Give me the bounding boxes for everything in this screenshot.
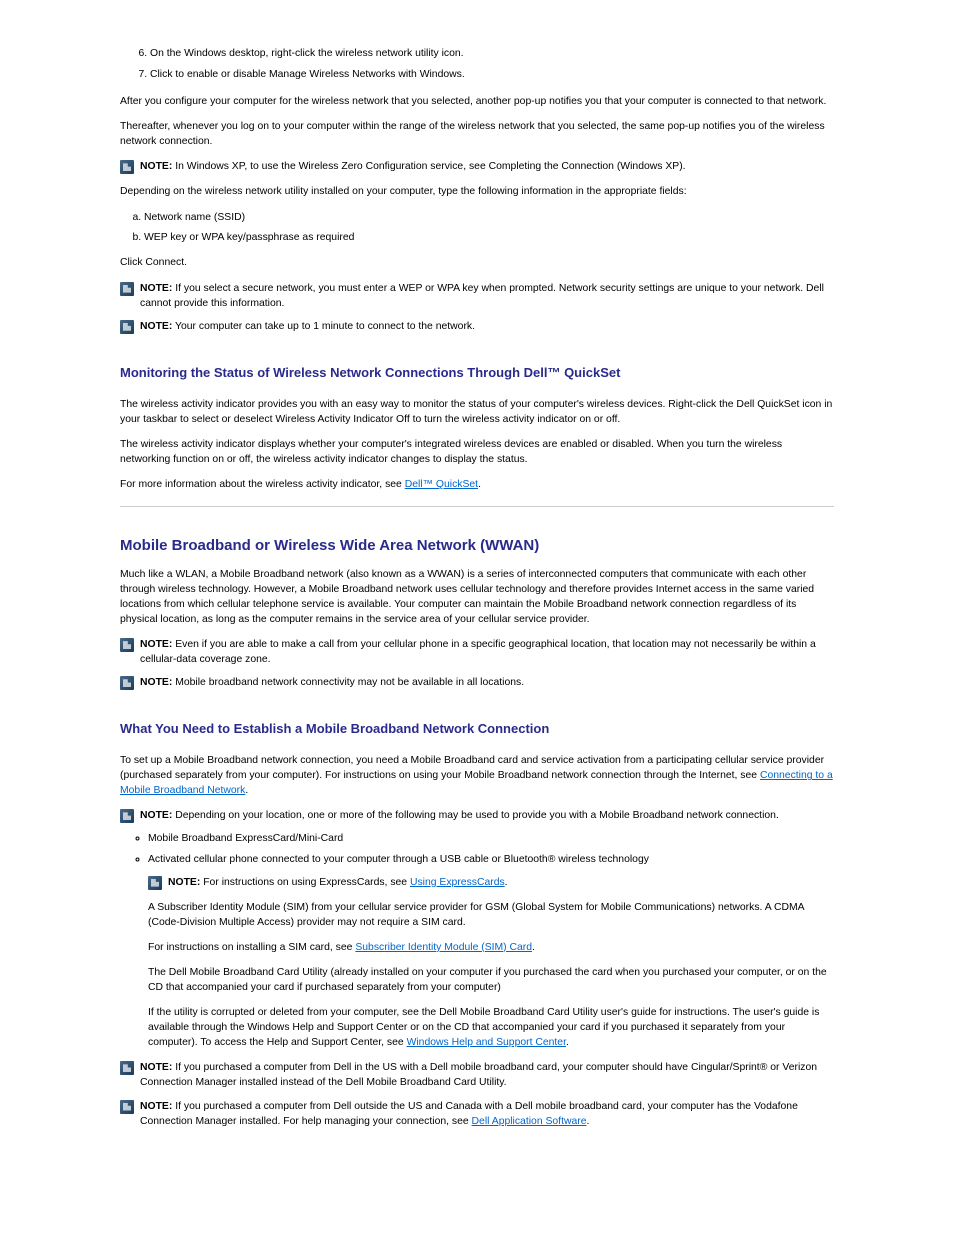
text: .: [586, 1116, 589, 1127]
note-label: NOTE:: [140, 283, 172, 294]
note-label: NOTE:: [168, 877, 200, 888]
intro-step-list: On the Windows desktop, right-click the …: [120, 46, 834, 82]
paragraph: Click Connect.: [120, 255, 834, 270]
note-body: In Windows XP, to use the Wireless Zero …: [172, 161, 685, 172]
link-expresscards[interactable]: Using ExpressCards: [410, 877, 505, 888]
note-icon: [120, 676, 134, 690]
note-text: NOTE: Mobile broadband network connectiv…: [140, 675, 834, 690]
text: .: [245, 785, 248, 796]
list-item: On the Windows desktop, right-click the …: [150, 46, 834, 61]
note-row: NOTE: If you purchased a computer from D…: [120, 1060, 834, 1090]
bullet-text: Mobile Broadband ExpressCard/Mini-Card: [148, 833, 343, 844]
paragraph: The wireless activity indicator displays…: [120, 437, 834, 467]
paragraph: To set up a Mobile Broadband network con…: [120, 753, 834, 798]
note-label: NOTE:: [140, 321, 172, 332]
note-label: NOTE:: [140, 1062, 172, 1073]
list-item: WEP key or WPA key/passphrase as require…: [144, 230, 834, 245]
paragraph: For instructions on installing a SIM car…: [148, 940, 834, 955]
note-icon: [120, 638, 134, 652]
paragraph: A Subscriber Identity Module (SIM) from …: [148, 900, 834, 930]
field-item-text: WEP key or WPA key/passphrase as require…: [144, 232, 354, 243]
text: For more information about the wireless …: [120, 479, 405, 490]
note-body: For instructions on using ExpressCards, …: [200, 877, 410, 888]
note-icon: [120, 1100, 134, 1114]
note-body: Depending on your location, one or more …: [172, 810, 779, 821]
divider: [120, 506, 834, 507]
link-sim[interactable]: Subscriber Identity Module (SIM) Card: [355, 942, 532, 953]
list-item: Network name (SSID): [144, 210, 834, 225]
step-text: On the Windows desktop, right-click the …: [150, 48, 464, 59]
note-row: NOTE: Even if you are able to make a cal…: [120, 637, 834, 667]
note-body: Mobile broadband network connectivity ma…: [172, 677, 524, 688]
note-body: If you purchased a computer from Dell ou…: [140, 1101, 798, 1127]
note-label: NOTE:: [140, 161, 172, 172]
bullet-text: Activated cellular phone connected to yo…: [148, 854, 649, 865]
note-icon: [120, 160, 134, 174]
heading-mbn: Mobile Broadband or Wireless Wide Area N…: [120, 535, 834, 557]
document-page: On the Windows desktop, right-click the …: [0, 0, 954, 1197]
note-body: If you select a secure network, you must…: [140, 283, 824, 309]
note-row: NOTE: Depending on your location, one or…: [120, 808, 834, 823]
paragraph: For more information about the wireless …: [120, 477, 834, 492]
field-item-text: Network name (SSID): [144, 212, 245, 223]
bullet-list: Mobile Broadband ExpressCard/Mini-Card A…: [120, 831, 834, 866]
heading-establish: What You Need to Establish a Mobile Broa…: [120, 720, 834, 739]
list-item: Mobile Broadband ExpressCard/Mini-Card: [148, 831, 834, 846]
note-label: NOTE:: [140, 677, 172, 688]
note-text: NOTE: If you purchased a computer from D…: [140, 1099, 834, 1129]
note-text: NOTE: Even if you are able to make a cal…: [140, 637, 834, 667]
paragraph: Much like a WLAN, a Mobile Broadband net…: [120, 567, 834, 627]
note-icon: [120, 320, 134, 334]
note-text: NOTE: In Windows XP, to use the Wireless…: [140, 159, 834, 174]
note-row: NOTE: In Windows XP, to use the Wireless…: [120, 159, 834, 174]
note-label: NOTE:: [140, 1101, 172, 1112]
note-text: NOTE: If you purchased a computer from D…: [140, 1060, 834, 1090]
note-icon: [148, 876, 162, 890]
paragraph: The wireless activity indicator provides…: [120, 397, 834, 427]
field-list: Network name (SSID) WEP key or WPA key/p…: [120, 210, 834, 245]
note-icon: [120, 282, 134, 296]
link-help-center[interactable]: Windows Help and Support Center: [407, 1037, 566, 1048]
note-row: NOTE: If you purchased a computer from D…: [120, 1099, 834, 1129]
paragraph: If the utility is corrupted or deleted f…: [148, 1005, 834, 1050]
note-label: NOTE:: [140, 639, 172, 650]
paragraph: The Dell Mobile Broadband Card Utility (…: [148, 965, 834, 995]
text: .: [478, 479, 481, 490]
note-row: NOTE: Your computer can take up to 1 min…: [120, 319, 834, 334]
link-quickset[interactable]: Dell™ QuickSet: [405, 479, 478, 490]
step-text: Click to enable or disable Manage Wirele…: [150, 69, 465, 80]
note-text: NOTE: If you select a secure network, yo…: [140, 281, 834, 311]
paragraph: After you configure your computer for th…: [120, 94, 834, 109]
note-text: NOTE: Depending on your location, one or…: [140, 808, 834, 823]
text: To set up a Mobile Broadband network con…: [120, 755, 824, 781]
list-item: Activated cellular phone connected to yo…: [148, 852, 834, 867]
note-row: NOTE: Mobile broadband network connectiv…: [120, 675, 834, 690]
text: .: [505, 877, 508, 888]
note-label: NOTE:: [140, 810, 172, 821]
text: .: [566, 1037, 569, 1048]
list-item: Click to enable or disable Manage Wirele…: [150, 67, 834, 82]
paragraph: Thereafter, whenever you log on to your …: [120, 119, 834, 149]
note-icon: [120, 809, 134, 823]
note-row: NOTE: For instructions on using ExpressC…: [148, 875, 834, 890]
note-icon: [120, 1061, 134, 1075]
link-das[interactable]: Dell Application Software: [472, 1116, 587, 1127]
note-text: NOTE: Your computer can take up to 1 min…: [140, 319, 834, 334]
heading-monitoring: Monitoring the Status of Wireless Networ…: [120, 364, 834, 383]
note-body: Even if you are able to make a call from…: [140, 639, 816, 665]
note-text: NOTE: For instructions on using ExpressC…: [168, 875, 834, 890]
note-body: If you purchased a computer from Dell in…: [140, 1062, 817, 1088]
note-row: NOTE: If you select a secure network, yo…: [120, 281, 834, 311]
text: .: [532, 942, 535, 953]
paragraph: Depending on the wireless network utilit…: [120, 184, 834, 199]
text: For instructions on installing a SIM car…: [148, 942, 355, 953]
note-body: Your computer can take up to 1 minute to…: [172, 321, 475, 332]
